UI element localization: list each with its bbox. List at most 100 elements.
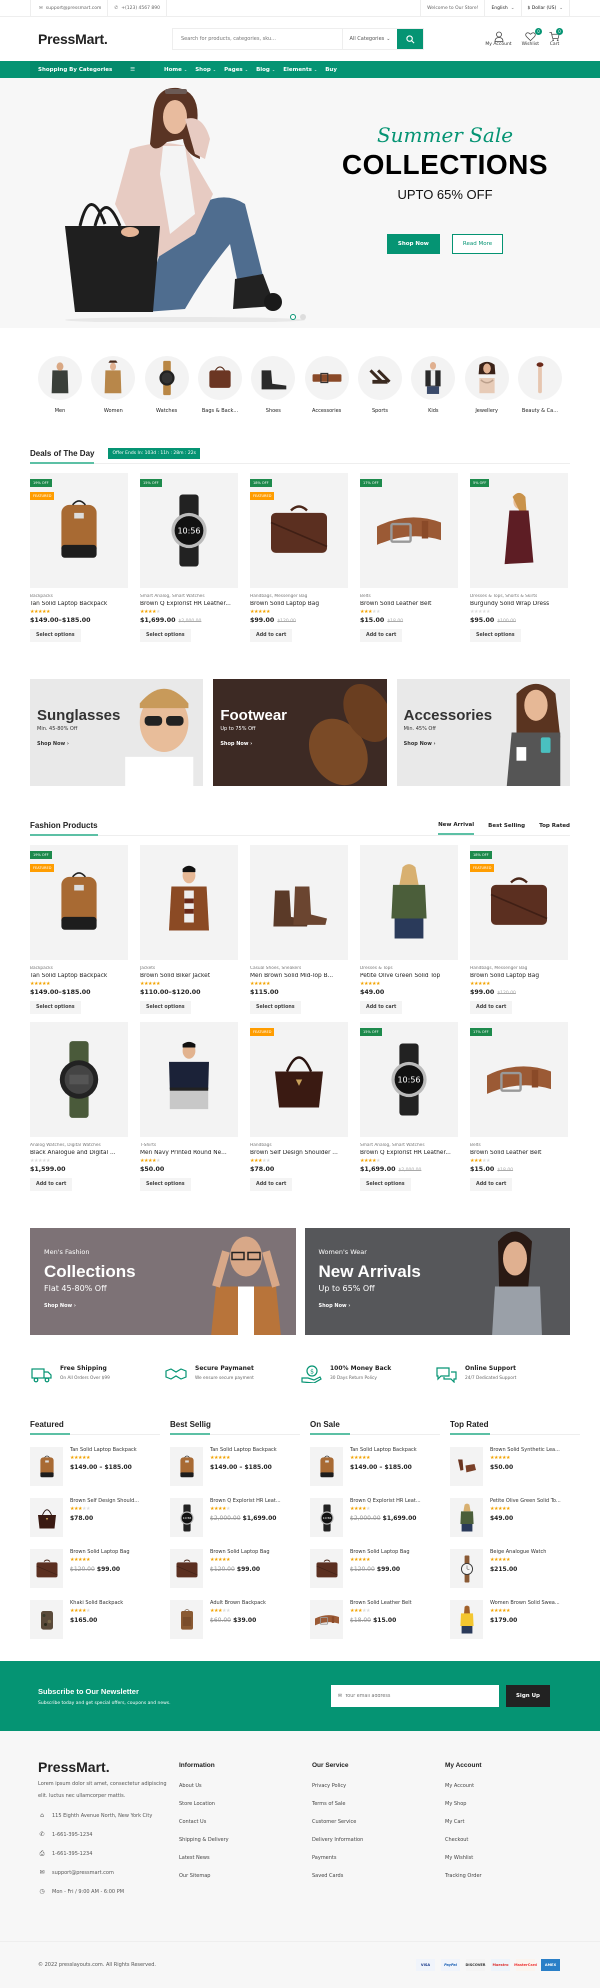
product-name[interactable]: Brown Q Explorist HR Leather... <box>140 601 238 607</box>
banner-shop-now-link[interactable]: Shop Now › <box>44 1303 296 1309</box>
banner-shop-now-link[interactable]: Shop Now › <box>37 741 203 747</box>
footer-link-about-us[interactable]: About Us <box>179 1783 304 1789</box>
category-item[interactable]: Kids <box>410 356 456 414</box>
product-name[interactable]: Brown Q Explorist HR Leather... <box>360 1150 458 1156</box>
hero-shop-now-button[interactable]: Shop Now <box>386 234 440 254</box>
product-image[interactable] <box>30 1022 128 1137</box>
product-image[interactable]: 19% OFF Featured <box>30 473 128 588</box>
list-item-thumbnail[interactable] <box>450 1498 483 1537</box>
product-category[interactable]: Handbags, Messenger Bag <box>470 966 568 971</box>
product-card[interactable]: 10:56 15% OFF Smart Analog, Smart Watches B… <box>140 473 238 642</box>
list-item-name[interactable]: Khaki Solid Backpack <box>70 1600 160 1606</box>
list-item[interactable]: Tan Solid Laptop Backpack ★★★★★ $149.00 – … <box>30 1447 160 1486</box>
product-image[interactable] <box>360 845 458 960</box>
add-to-cart-button[interactable]: Add to cart <box>470 1178 513 1191</box>
list-item-name[interactable]: Brown Solid Synthetic Lea... <box>490 1447 580 1453</box>
wide-banner-mens-collections[interactable]: Men's Fashion Collections Flat 45-80% Off S… <box>30 1228 296 1335</box>
footer-link-our-sitemap[interactable]: Our Sitemap <box>179 1873 304 1879</box>
footer-link-checkout[interactable]: Checkout <box>445 1837 570 1843</box>
list-item-name[interactable]: Brown Self Design Should... <box>70 1498 160 1504</box>
list-item[interactable]: Petite Olive Green Solid To... ★★★★★ $49.0… <box>450 1498 580 1537</box>
product-name[interactable]: Men Navy Printed Round Ne... <box>140 1150 238 1156</box>
product-category[interactable]: T-Shirts <box>140 1143 238 1148</box>
support-phone[interactable]: ✆ +(123) 4567 890 <box>108 0 167 16</box>
list-item[interactable]: Brown Solid Laptop Bag ★★★★★ $120.00 $99.0… <box>170 1549 300 1588</box>
wishlist-button[interactable]: 0 Wishlist <box>522 28 542 47</box>
product-card[interactable]: 19% OFF Featured Backpacks Tan Solid Laptop… <box>30 845 128 1014</box>
add-to-cart-button[interactable]: Add to cart <box>360 1001 403 1014</box>
product-card[interactable]: Jackets Brown Solid Biker Jacket ★★★★★ $110… <box>140 845 238 1014</box>
product-card[interactable]: Analog Watches, Digital Watches Black Ana… <box>30 1022 128 1191</box>
nav-item-pages[interactable]: Pages ⌄ <box>224 67 248 73</box>
product-name[interactable]: Black Analogue and Digital ... <box>30 1150 128 1156</box>
list-item[interactable]: Brown Self Design Should... ★★★★★ $78.00 <box>30 1498 160 1537</box>
add-to-cart-button[interactable]: Add to cart <box>360 629 403 642</box>
product-card[interactable]: 5% OFF Dresses & Tops, Shorts & Skirts Bur… <box>470 473 568 642</box>
product-category[interactable]: Belts <box>360 594 458 599</box>
product-image[interactable] <box>250 845 348 960</box>
select-options-button[interactable]: Select options <box>30 629 81 642</box>
list-item-thumbnail[interactable] <box>310 1600 343 1639</box>
category-item[interactable]: Women <box>90 356 136 414</box>
product-image[interactable]: Featured <box>250 1022 348 1137</box>
list-item-thumbnail[interactable]: 10:56 <box>170 1498 203 1537</box>
select-options-button[interactable]: Select options <box>250 1001 301 1014</box>
list-item-thumbnail[interactable] <box>30 1600 63 1639</box>
product-image[interactable] <box>140 845 238 960</box>
product-image[interactable]: 19% OFF Featured <box>30 845 128 960</box>
list-item-name[interactable]: Brown Q Explorist HR Leat... <box>350 1498 440 1504</box>
list-item-name[interactable]: Brown Q Explorist HR Leat... <box>210 1498 300 1504</box>
product-image[interactable]: 17% OFF <box>360 473 458 588</box>
product-category[interactable]: Handbags, Messenger Bag <box>250 594 348 599</box>
list-item-thumbnail[interactable] <box>170 1549 203 1588</box>
tab-new-arrival[interactable]: New Arrival <box>438 816 475 835</box>
product-category[interactable]: Smart Analog, Smart Watches <box>360 1143 458 1148</box>
product-name[interactable]: Brown Solid Leather Belt <box>470 1150 568 1156</box>
product-name[interactable]: Brown Solid Leather Belt <box>360 601 458 607</box>
list-item-thumbnail[interactable] <box>30 1498 63 1537</box>
banner-shop-now-link[interactable]: Shop Now › <box>404 741 570 747</box>
footer-email[interactable]: ✉ support@pressmart.com <box>38 1867 171 1878</box>
sign-up-button[interactable]: Sign Up <box>505 1685 550 1707</box>
newsletter-email-input[interactable] <box>345 1693 485 1699</box>
nav-item-buy[interactable]: Buy <box>325 67 337 73</box>
list-item[interactable]: Women Brown Solid Swea... ★★★★★ $179.00 <box>450 1600 580 1639</box>
list-item-name[interactable]: Brown Solid Laptop Bag <box>210 1549 300 1555</box>
product-name[interactable]: Brown Solid Laptop Bag <box>250 601 348 607</box>
product-image[interactable] <box>140 1022 238 1137</box>
list-item-thumbnail[interactable] <box>310 1447 343 1486</box>
select-options-button[interactable]: Select options <box>360 1178 411 1191</box>
category-item[interactable]: Sports <box>357 356 403 414</box>
product-image[interactable]: 10:56 15% OFF <box>140 473 238 588</box>
footer-link-my-cart[interactable]: My Cart <box>445 1819 570 1825</box>
support-email[interactable]: ✉ support@pressmart.com <box>30 0 109 16</box>
product-image[interactable]: 18% OFF Featured <box>470 845 568 960</box>
product-name[interactable]: Tan Solid Laptop Backpack <box>30 601 128 607</box>
product-name[interactable]: Petite Olive Green Solid Top <box>360 973 458 979</box>
list-item[interactable]: Adult Brown Backpack ★★★★★ $60.00 $39.00 <box>170 1600 300 1639</box>
search-category-select[interactable]: All Categories ⌄ <box>342 29 397 49</box>
list-item-thumbnail[interactable] <box>450 1549 483 1588</box>
language-select[interactable]: English ⌄ <box>485 0 522 16</box>
select-options-button[interactable]: Select options <box>140 1001 191 1014</box>
add-to-cart-button[interactable]: Add to cart <box>30 1178 73 1191</box>
category-item[interactable]: Accessories <box>304 356 350 414</box>
slider-dot-2[interactable] <box>300 314 306 320</box>
list-item-thumbnail[interactable] <box>310 1549 343 1588</box>
list-item[interactable]: Khaki Solid Backpack ★★★★★ $165.00 <box>30 1600 160 1639</box>
product-image[interactable]: 5% OFF <box>470 473 568 588</box>
list-item-thumbnail[interactable] <box>170 1447 203 1486</box>
product-card[interactable]: Casual Shoes, Sneakers Men Brown Solid Mi… <box>250 845 348 1014</box>
search-button[interactable] <box>397 29 423 49</box>
footer-link-delivery-information[interactable]: Delivery Information <box>312 1837 437 1843</box>
product-name[interactable]: Tan Solid Laptop Backpack <box>30 973 128 979</box>
hero-read-more-button[interactable]: Read More <box>451 234 504 254</box>
list-item[interactable]: Brown Solid Leather Belt ★★★★★ $18.00 $15.… <box>310 1600 440 1639</box>
product-category[interactable]: Belts <box>470 1143 568 1148</box>
category-item[interactable]: Men <box>37 356 83 414</box>
add-to-cart-button[interactable]: Add to cart <box>250 1178 293 1191</box>
product-card[interactable]: Featured Handbags Brown Self Design Should… <box>250 1022 348 1191</box>
footer-link-contact-us[interactable]: Contact Us <box>179 1819 304 1825</box>
shop-by-categories-button[interactable]: Shopping By Categories ☰ <box>30 61 150 78</box>
site-logo[interactable]: PressMart. <box>30 31 170 47</box>
